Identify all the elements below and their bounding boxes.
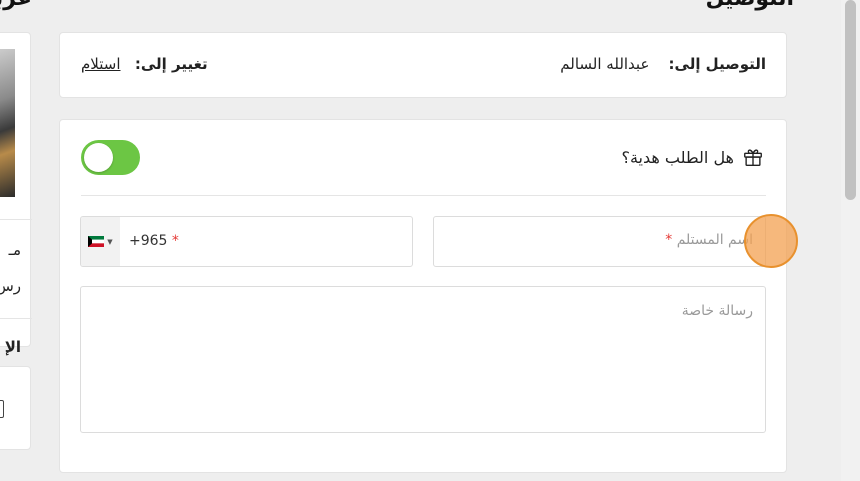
product-image bbox=[0, 49, 15, 197]
section-title: التوصيل bbox=[694, 0, 794, 11]
scrollbar[interactable] bbox=[841, 0, 860, 481]
divider bbox=[81, 195, 766, 196]
delivery-card: التوصيل إلى: عبدالله السالم تغيير إلى: ا… bbox=[59, 32, 787, 98]
gift-question-label: هل الطلب هدية؟ bbox=[621, 147, 734, 167]
pickup-link[interactable]: استلام bbox=[81, 55, 121, 73]
cart-summary-card: مـ رس الإ bbox=[0, 32, 32, 356]
change-label: تغيير إلى: bbox=[134, 55, 208, 73]
recipient-name-placeholder: اسم المستلم * bbox=[665, 232, 753, 248]
phone-input[interactable]: ▼ +965 * bbox=[80, 216, 413, 267]
recipient-name-input[interactable]: اسم المستلم * bbox=[433, 216, 766, 267]
toggle-knob bbox=[84, 143, 113, 172]
phone-code: +965 * bbox=[129, 233, 179, 249]
country-selector[interactable]: ▼ bbox=[81, 217, 120, 266]
message-placeholder: رسالة خاصة bbox=[681, 303, 753, 319]
delivery-to: التوصيل إلى: عبدالله السالم bbox=[560, 55, 766, 73]
kuwait-flag-icon bbox=[88, 236, 105, 247]
gift-icon bbox=[744, 149, 762, 166]
checkout-page: التوصيل عربة مـ رس الإ التوصيل إلى: عبدا… bbox=[0, 0, 860, 481]
private-message-textarea[interactable]: رسالة خاصة bbox=[80, 286, 766, 433]
coupon-input[interactable] bbox=[0, 400, 4, 418]
divider bbox=[0, 219, 32, 220]
click-indicator bbox=[744, 214, 798, 268]
scrollbar-thumb[interactable] bbox=[845, 0, 856, 200]
divider bbox=[0, 318, 32, 319]
product-detail: رس bbox=[0, 277, 21, 295]
chevron-down-icon: ▼ bbox=[107, 237, 113, 246]
change-delivery: تغيير إلى: استلام bbox=[81, 55, 208, 73]
total-label: الإ bbox=[4, 338, 21, 356]
gift-card: هل الطلب هدية؟ اسم المستلم * ▼ +965 * رس… bbox=[59, 119, 787, 473]
gift-toggle[interactable] bbox=[81, 140, 140, 175]
required-mark: * bbox=[665, 232, 673, 248]
delivery-label: التوصيل إلى: bbox=[668, 55, 766, 73]
cart-title: عربة bbox=[0, 0, 32, 11]
product-name: مـ bbox=[8, 241, 21, 259]
required-mark: * bbox=[171, 233, 179, 249]
delivery-recipient: عبدالله السالم bbox=[560, 55, 650, 73]
gift-question: هل الطلب هدية؟ bbox=[621, 146, 764, 168]
coupon-card bbox=[0, 366, 31, 450]
